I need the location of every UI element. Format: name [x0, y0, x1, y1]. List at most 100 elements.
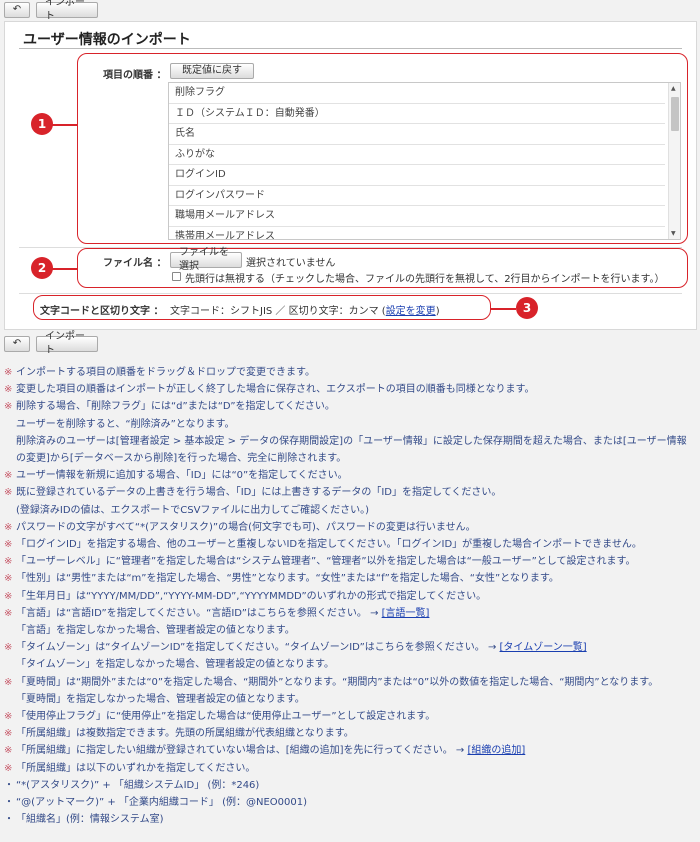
- badge-3-connector: [491, 308, 516, 310]
- bullet-item: ・ “@(アットマーク)” + 「企業内組織コード」 (例：@NEO0001): [4, 794, 696, 811]
- import-panel: ユーザー情報のインポート 1 項目の順番 ： 既定値に戻す 削除フラグ ＩＤ（シ…: [4, 21, 697, 330]
- note-mark: ※: [4, 521, 13, 533]
- note-text: インポートする項目の順番をドラッグ＆ドロップで変更できます。: [16, 367, 315, 378]
- note-item: ※ 「タイムゾーン」は“タイムゾーンID”を指定してください。“タイムゾーンID”…: [4, 639, 696, 656]
- note-continuation: 「言語」を指定しなかった場合、管理者設定の値となります。: [16, 625, 295, 637]
- page-title: ユーザー情報のインポート: [23, 32, 191, 48]
- list-item[interactable]: 削除フラグ: [169, 83, 665, 104]
- note-mark: ※: [4, 745, 13, 757]
- bullet-text: 「組織名」(例：情報システム室): [16, 814, 164, 826]
- note-item: ※ パスワードの文字がすべて“*(アスタリスク)”の場合(何文字でも可)、パスワー…: [4, 519, 696, 536]
- bottom-toolbar: ↶ インポート: [4, 331, 98, 356]
- file-label: ファイル名 ：: [103, 258, 167, 269]
- callout-badge-2: 2: [31, 257, 53, 279]
- note-mark: ※: [4, 401, 13, 413]
- note-item: ※ インポートする項目の順番をドラッグ＆ドロップで変更できます。: [4, 364, 696, 381]
- charset-close-paren: ): [435, 306, 440, 317]
- language-list-link[interactable]: [言語一覧]: [382, 608, 430, 619]
- note-mark: ※: [4, 367, 13, 378]
- callout-badge-1: 1: [31, 113, 53, 135]
- note-mark: ※: [4, 470, 13, 482]
- note-text: 変更した項目の順番はインポートが正しく終了した場合に保存され、エクスポートの項目…: [16, 384, 535, 396]
- callout-badge-3: 3: [516, 297, 538, 319]
- note-text: 「ユーザーレベル」に“管理者”を指定した場合は“システム管理者”、“管理者”以外…: [16, 556, 636, 568]
- note-text: 「性別」は“男性”または“m”を指定した場合、“男性”となります。“女性”または…: [16, 573, 559, 585]
- note-continuation: 削除済みのユーザーは[管理者設定 > 基本設定 > データの保存期間設定]の「ユ…: [16, 435, 687, 447]
- list-item[interactable]: ログインパスワード: [169, 186, 665, 206]
- note-item: ※ 「使用停止フラグ」に“使用停止”を指定した場合は“使用停止ユーザー”として設定…: [4, 708, 696, 725]
- note-text: 「言語」は“言語ID”を指定してください。“言語ID”はこちらを参照ください。 …: [16, 607, 382, 619]
- section-divider: [19, 293, 682, 294]
- note-text: 「所属組織」は複数指定できます。先頭の所属組織が代表組織となります。: [16, 728, 354, 740]
- note-item: ※ 「所属組織」は複数指定できます。先頭の所属組織が代表組織となります。: [4, 725, 696, 742]
- note-text: 「夏時間」は“期間外”または“0”を指定した場合、“期間外”となります。“期間内…: [16, 676, 659, 688]
- no-file-text: 選択されていません: [246, 258, 336, 269]
- note-text: 「所属組織」に指定したい組織が登録されていない場合は、[組織の追加]を先に行って…: [16, 745, 468, 757]
- note-item: ※ 「生年月日」は“YYYY/MM/DD”,“YYYY-MM-DD”,“YYYYM…: [4, 588, 696, 605]
- note-item: ※ 「ログインID」を指定する場合、他のユーザーと重複しないIDを指定してください…: [4, 536, 696, 553]
- note-text: パスワードの文字がすべて“*(アスタリスク)”の場合(何文字でも可)、パスワード…: [16, 521, 476, 533]
- order-label: 項目の順番 ：: [103, 70, 167, 81]
- bullet-mark: ・: [4, 814, 14, 826]
- scroll-up-icon[interactable]: ▲: [671, 85, 676, 92]
- note-item: ※ 「言語」は“言語ID”を指定してください。“言語ID”はこちらを参照ください。…: [4, 605, 696, 622]
- back-arrow-icon: ↶: [12, 4, 22, 15]
- note-continuation: 「夏時間」を指定しなかった場合、管理者設定の値となります。: [16, 693, 305, 705]
- title-divider: [19, 48, 682, 49]
- order-listbox[interactable]: 削除フラグ ＩＤ（システムＩＤ：自動発番） 氏名 ふりがな ログインID ログイ…: [168, 82, 681, 240]
- charset-label: 文字コードと区切り文字 ：: [40, 306, 164, 317]
- skip-first-row-label: 先頭行は無視する（チェックした場合、ファイルの先頭行を無視して、2行目からインポ…: [185, 274, 665, 285]
- note-mark: ※: [4, 642, 13, 654]
- list-item[interactable]: 携帯用メールアドレス: [169, 227, 665, 240]
- list-item[interactable]: ＩＤ（システムＩＤ：自動発番）: [169, 104, 665, 124]
- listbox-scrollbar[interactable]: ▲ ▼: [668, 83, 680, 239]
- note-mark: ※: [4, 539, 13, 551]
- note-continuation: の変更]から[データベースから削除]を行った場合、完全に削除されます。: [16, 453, 347, 465]
- change-settings-link[interactable]: 設定を変更: [386, 306, 436, 317]
- bullet-item: ・ “*(アスタリスク)” + 「組織システムID」 (例：*246): [4, 777, 696, 794]
- list-item[interactable]: 氏名: [169, 124, 665, 145]
- import-button[interactable]: インポート: [36, 331, 98, 356]
- list-item[interactable]: 職場用メールアドレス: [169, 206, 665, 227]
- note-mark: ※: [4, 711, 13, 723]
- note-text: ユーザー情報を新規に追加する場合、「ID」には“0”を指定してください。: [16, 470, 348, 482]
- charset-value-text: 文字コード：シフトJIS ／ 区切り文字：カンマ (: [170, 306, 386, 317]
- note-mark: ※: [4, 676, 13, 688]
- scroll-down-icon[interactable]: ▼: [671, 230, 676, 237]
- bullet-mark: ・: [4, 797, 14, 809]
- top-toolbar: ↶ インポート: [4, 0, 98, 22]
- note-text: 「ログインID」を指定する場合、他のユーザーと重複しないIDを指定してください。…: [16, 539, 642, 551]
- note-continuation: (登録済みIDの値は、エクスポートでCSVファイルに出力してご確認ください。): [16, 504, 370, 516]
- back-arrow-icon: ↶: [12, 338, 22, 349]
- note-mark: ※: [4, 590, 13, 602]
- bullet-item: ・「組織名」(例：情報システム室): [4, 811, 696, 828]
- add-organization-link[interactable]: [組織の追加]: [467, 745, 525, 756]
- reset-default-button[interactable]: 既定値に戻す: [170, 63, 254, 79]
- note-mark: ※: [4, 556, 13, 568]
- bullet-text: “*(アスタリスク)” + 「組織システムID」 (例：*246): [16, 779, 260, 791]
- list-item[interactable]: ログインID: [169, 165, 665, 186]
- note-continuation: ユーザーを削除すると、“削除済み”となります。: [16, 418, 235, 430]
- back-button[interactable]: ↶: [4, 336, 30, 352]
- note-mark: ※: [4, 487, 13, 499]
- note-item: ※ 「性別」は“男性”または“m”を指定した場合、“男性”となります。“女性”また…: [4, 570, 696, 587]
- note-text: 削除する場合、「削除フラグ」には“d”または“D”を指定してください。: [16, 401, 335, 413]
- note-item: ※ 削除する場合、「削除フラグ」には“d”または“D”を指定してください。: [4, 398, 696, 415]
- back-button[interactable]: ↶: [4, 2, 30, 18]
- note-item: ※ 「所属組織」は以下のいずれかを指定してください。: [4, 760, 696, 777]
- note-continuation: 「タイムゾーン」を指定しなかった場合、管理者設定の値となります。: [16, 659, 334, 671]
- note-item: ※ 「ユーザーレベル」に“管理者”を指定した場合は“システム管理者”、“管理者”以…: [4, 553, 696, 570]
- note-mark: ※: [4, 762, 13, 774]
- note-item: ※ 変更した項目の順番はインポートが正しく終了した場合に保存され、エクスポートの項…: [4, 381, 696, 398]
- choose-file-button[interactable]: ファイルを選択: [170, 247, 242, 272]
- note-item: ※ ユーザー情報を新規に追加する場合、「ID」には“0”を指定してください。: [4, 467, 696, 484]
- note-text: 「使用停止フラグ」に“使用停止”を指定した場合は“使用停止ユーザー”として設定さ…: [16, 711, 436, 723]
- note-text: 「所属組織」は以下のいずれかを指定してください。: [16, 762, 256, 774]
- note-item: ※ 「所属組織」に指定したい組織が登録されていない場合は、[組織の追加]を先に行っ…: [4, 742, 696, 759]
- import-button[interactable]: インポート: [36, 0, 98, 22]
- scroll-thumb[interactable]: [671, 97, 679, 131]
- charset-value: 文字コード：シフトJIS ／ 区切り文字：カンマ (設定を変更): [170, 302, 440, 317]
- skip-first-row-checkbox[interactable]: [172, 272, 181, 281]
- list-item[interactable]: ふりがな: [169, 145, 665, 165]
- timezone-list-link[interactable]: [タイムゾーン一覧]: [500, 642, 587, 653]
